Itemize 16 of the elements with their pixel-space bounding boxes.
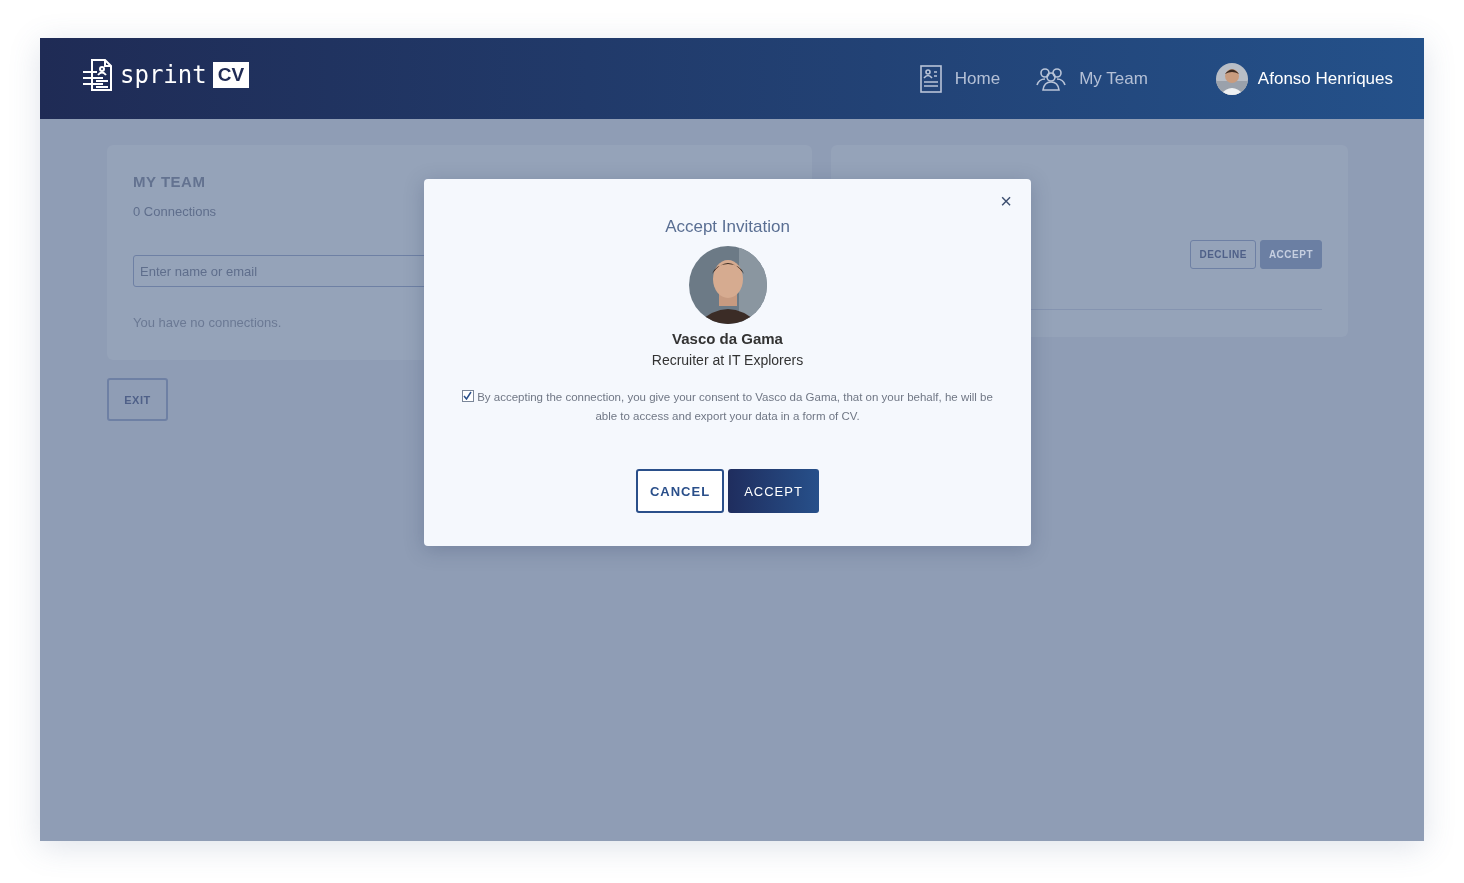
logo-badge: CV — [212, 61, 250, 88]
person-name: Vasco da Gama — [672, 330, 783, 347]
contact-card-icon — [919, 64, 942, 93]
close-button[interactable]: × — [997, 191, 1015, 211]
dialog-title: Accept Invitation — [665, 217, 790, 237]
user-name[interactable]: Afonso Henriques — [1257, 68, 1393, 89]
cancel-button[interactable]: CANCEL — [636, 469, 724, 513]
consent-checkbox[interactable] — [462, 390, 475, 402]
consent-text: By accepting the connection, you give your consent to Vasco da Gama, that on your behalf, he will be able to access and export your data in a form of CV. — [477, 391, 993, 422]
accept-button[interactable]: ACCEPT — [728, 469, 819, 513]
nav-link[interactable]: Home — [919, 64, 1001, 93]
resume-icon — [82, 57, 114, 92]
person-role: Recruiter at IT Explorers — [651, 352, 804, 368]
group-icon — [1036, 66, 1067, 91]
nav-link[interactable]: My Team — [1036, 64, 1148, 93]
logo-text: sprint — [120, 60, 207, 89]
